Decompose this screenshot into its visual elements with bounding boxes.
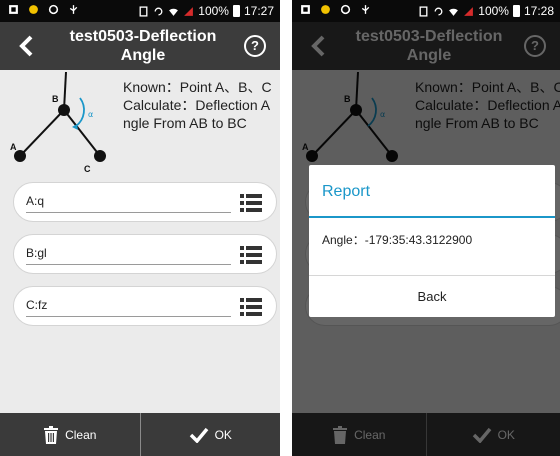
sim-icon	[139, 5, 148, 17]
wifi-icon	[449, 8, 459, 16]
rotate-icon	[154, 7, 163, 15]
wifi-icon	[169, 8, 179, 16]
trash-icon	[44, 425, 59, 444]
settings-icon	[340, 4, 351, 15]
title-bar: test0503-Deflection Angle ?	[0, 22, 280, 70]
point-b-input[interactable]: B:gl	[26, 246, 231, 265]
page-title: test0503-Deflection Angle	[50, 27, 236, 65]
title-line-2: Angle	[120, 47, 166, 64]
point-a-label: A	[10, 142, 17, 152]
status-bar: 100% 17:28	[292, 0, 560, 22]
point-a-field[interactable]: A:q	[13, 182, 277, 222]
back-button[interactable]: Back	[309, 276, 555, 317]
report-dialog: Report Angle：-179:35:43.3122900 Back	[309, 165, 555, 317]
clean-label: Clean	[65, 427, 97, 442]
signal-icon	[464, 6, 474, 16]
sim-icon	[419, 5, 428, 17]
battery-text: 100%	[198, 4, 229, 18]
list-icon[interactable]	[240, 194, 262, 212]
list-icon[interactable]	[240, 298, 262, 316]
angle-arc	[75, 97, 85, 127]
rotate-icon	[434, 7, 443, 15]
point-b-dot	[58, 104, 70, 116]
calculate-text: Calculate：Deflection A ngle From AB to B…	[123, 97, 270, 131]
ok-button[interactable]: OK	[141, 413, 281, 456]
usb-icon	[361, 5, 370, 14]
app-icon	[29, 5, 38, 14]
bottom-bar: Clean OK	[0, 413, 280, 456]
signal-icon	[184, 6, 194, 16]
description: Known：Point A、B、C Calculate：Deflection A…	[123, 78, 278, 132]
deflection-diagram: B A C α	[10, 71, 106, 174]
app-icon	[321, 5, 330, 14]
checkmark-icon	[189, 427, 208, 443]
clean-button[interactable]: Clean	[0, 413, 140, 456]
settings-icon	[48, 4, 59, 15]
angle-symbol: α	[88, 110, 93, 119]
point-a-input[interactable]: A:q	[26, 194, 231, 213]
back-arrow-icon[interactable]	[14, 32, 40, 60]
help-button[interactable]: ?	[244, 35, 266, 57]
status-bar: 100% 17:27	[0, 0, 280, 22]
dialog-title: Report	[322, 183, 371, 200]
point-c-dot	[94, 150, 106, 162]
notification-icon	[301, 5, 310, 14]
clock: 17:28	[523, 4, 554, 18]
point-b-field[interactable]: B:gl	[13, 234, 277, 274]
point-b-label: B	[52, 94, 59, 104]
clock: 17:27	[243, 4, 274, 18]
notification-icon	[9, 5, 18, 14]
ok-label: OK	[214, 427, 232, 442]
battery-text: 100%	[478, 4, 509, 18]
dialog-message: Angle：-179:35:43.3122900	[322, 233, 473, 247]
point-c-label: C	[84, 164, 91, 174]
battery-icon	[232, 5, 240, 17]
point-c-input[interactable]: C:fz	[26, 298, 231, 317]
battery-icon	[512, 5, 520, 17]
content-area: B A C α Known：Point A、B、C Calculate：Defl…	[0, 70, 280, 413]
list-icon[interactable]	[240, 246, 262, 264]
dialog-title-divider	[309, 216, 555, 218]
report-screen: 100% 17:28 test0503-Deflection Angle ? B…	[292, 0, 560, 456]
point-c-field[interactable]: C:fz	[13, 286, 277, 326]
known-text: Known：Point A、B、C	[123, 79, 272, 95]
main-screen: 100% 17:27 test0503-Deflection Angle ? B…	[0, 0, 280, 456]
usb-icon	[69, 5, 78, 14]
title-line-1: test0503-Deflection	[69, 28, 217, 45]
